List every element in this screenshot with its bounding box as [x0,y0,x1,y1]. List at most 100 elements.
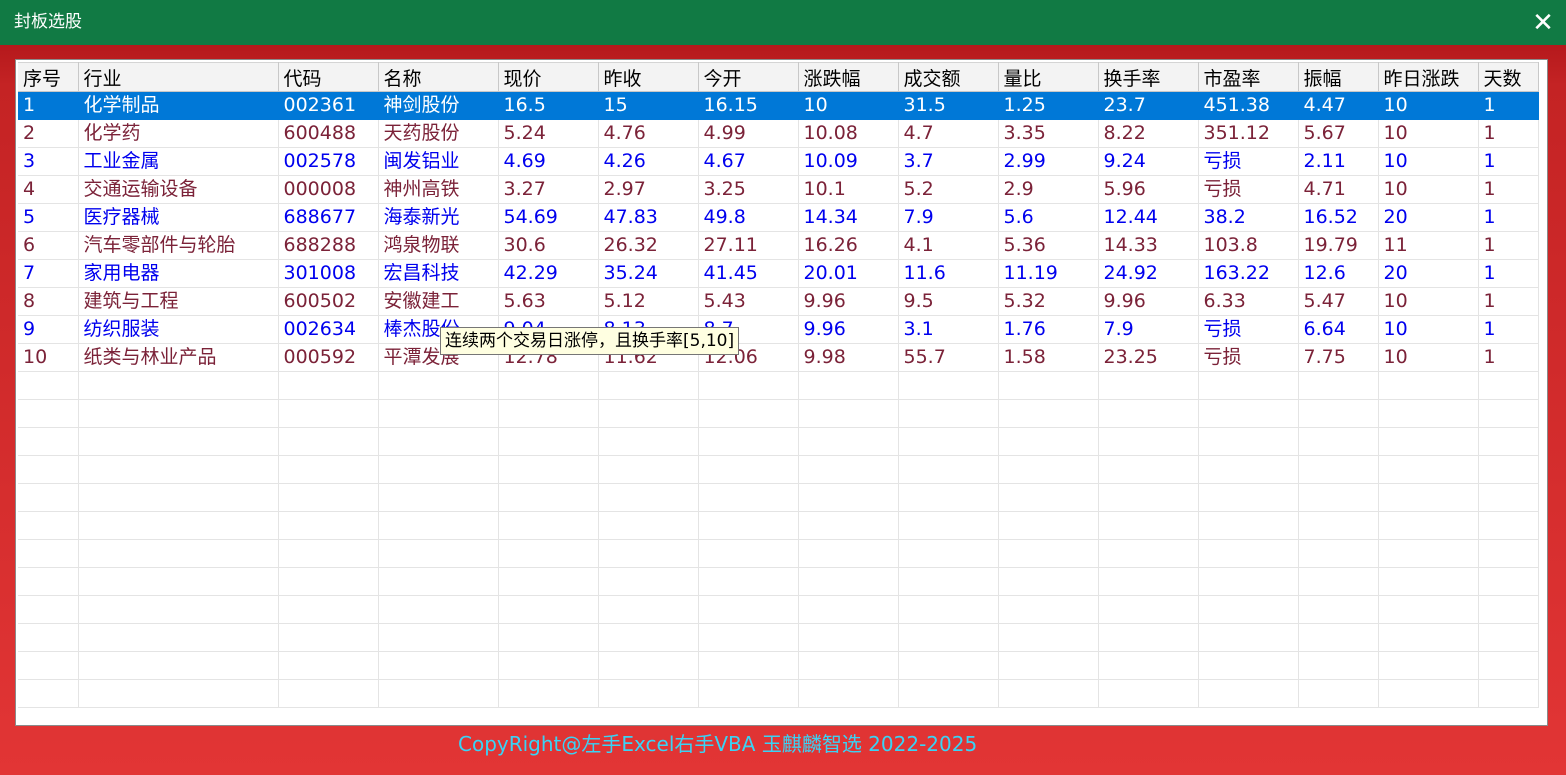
column-header[interactable]: 序号 [18,62,79,92]
table-cell [278,371,379,400]
table-cell: 15 [598,91,699,120]
stock-list[interactable]: 序号 行业 代码 名称 现价 昨收 今开 涨跌幅 成交额 量比 换手率 市盈率 振幅 昨日涨跌 天数 1 化学… [15,59,1548,726]
column-header[interactable]: 换手率 [1098,62,1199,92]
table-cell: 3.25 [698,175,799,204]
table-cell: 9.98 [798,343,899,372]
table-cell [498,679,599,708]
table-cell: 2.99 [998,147,1099,176]
table-cell [78,651,279,680]
table-cell: 4.26 [598,147,699,176]
table-cell [898,427,999,456]
table-cell [998,455,1099,484]
table-cell [1478,651,1539,680]
table-cell: 301008 [278,259,379,288]
column-header[interactable]: 天数 [1478,62,1539,92]
table-cell [1098,399,1199,428]
table-cell: 鸿泉物联 [378,231,499,260]
table-cell [598,483,699,512]
column-header[interactable]: 行业 [78,62,279,92]
table-row[interactable]: 2 化学药 600488 天药股份 5.24 4.76 4.99 10.08 4.7 3.35 8.… [18,119,1539,148]
table-cell [1098,483,1199,512]
table-cell: 23.25 [1098,343,1199,372]
table-row[interactable]: 5 医疗器械 688677 海泰新光 54.69 47.83 49.8 14.34 7.9 5.6… [18,203,1539,232]
table-cell [18,427,79,456]
table-cell [698,679,799,708]
table-cell [278,511,379,540]
table-cell: 2.9 [998,175,1099,204]
table-cell [1098,595,1199,624]
table-cell: 351.12 [1198,119,1299,148]
table-row[interactable]: 6 汽车零部件与轮胎 688288 鸿泉物联 30.6 26.32 27.11 16.26 4.… [18,231,1539,260]
table-cell: 10 [1378,287,1479,316]
table-cell: 10.08 [798,119,899,148]
table-cell: 化学药 [78,119,279,148]
table-cell: 8 [18,287,79,316]
column-header[interactable]: 量比 [998,62,1099,92]
table-cell: 3.1 [898,315,999,344]
table-cell [1378,483,1479,512]
table-cell [278,539,379,568]
column-header[interactable]: 代码 [278,62,379,92]
table-row[interactable]: 4 交通运输设备 000008 神州高铁 3.27 2.97 3.25 10.1 5.2 2.9 5… [18,175,1539,204]
table-cell: 汽车零部件与轮胎 [78,231,279,260]
table-cell: 2.11 [1298,147,1379,176]
column-header[interactable]: 振幅 [1298,62,1379,92]
table-cell [498,511,599,540]
table-cell [998,539,1099,568]
table-cell [1098,511,1199,540]
table-cell [1198,483,1299,512]
tooltip: 连续两个交易日涨停，且换手率[5,10] [440,327,740,355]
table-cell: 1 [1478,287,1539,316]
table-cell [698,623,799,652]
column-header[interactable]: 昨收 [598,62,699,92]
table-cell [1298,427,1379,456]
table-row[interactable]: 7 家用电器 301008 宏昌科技 42.29 35.24 41.45 20.01 11.6 1… [18,259,1539,288]
table-row [18,427,1539,456]
column-header[interactable]: 昨日涨跌 [1378,62,1479,92]
table-cell [798,567,899,596]
column-header[interactable]: 市盈率 [1198,62,1299,92]
close-icon[interactable]: ✕ [1520,0,1566,45]
table-cell: 600502 [278,287,379,316]
column-header[interactable]: 今开 [698,62,799,92]
table-cell [998,371,1099,400]
table-cell [18,651,79,680]
table-cell [898,371,999,400]
table-cell [378,539,499,568]
table-row[interactable]: 3 工业金属 002578 闽发铝业 4.69 4.26 4.67 10.09 3.7 2.99 9… [18,147,1539,176]
table-cell [1198,651,1299,680]
table-cell: 1 [1478,175,1539,204]
table-cell [698,595,799,624]
table-cell [798,539,899,568]
table-cell: 14.33 [1098,231,1199,260]
table-cell [1378,539,1479,568]
table-cell [1098,679,1199,708]
table-cell: 工业金属 [78,147,279,176]
table-row[interactable]: 10 纸类与林业产品 000592 平潭发展 12.78 11.62 12.06 9.98 55… [18,343,1539,372]
table-row[interactable]: 1 化学制品 002361 神剑股份 16.5 15 16.15 10 31.5 1.25 23.7… [18,91,1539,120]
table-row[interactable]: 8 建筑与工程 600502 安徽建工 5.63 5.12 5.43 9.96 9.5 5.32 9… [18,287,1539,316]
column-header[interactable]: 成交额 [898,62,999,92]
table-cell [18,511,79,540]
table-row[interactable]: 9纺织服装002634棒杰股份9.048.138.79.963.11.767.9… [18,315,1539,344]
table-cell [1478,371,1539,400]
column-header[interactable]: 现价 [498,62,599,92]
table-cell [998,427,1099,456]
column-header[interactable]: 名称 [378,62,499,92]
table-row [18,371,1539,400]
table-cell: 10 [798,91,899,120]
table-cell [1298,539,1379,568]
table-cell [1298,399,1379,428]
table-cell: 002634 [278,315,379,344]
table-cell [698,567,799,596]
table-cell: 163.22 [1198,259,1299,288]
table-cell [278,399,379,428]
column-header[interactable]: 涨跌幅 [798,62,899,92]
table-cell: 20.01 [798,259,899,288]
table-cell: 4.7 [898,119,999,148]
stock-table: 序号 行业 代码 名称 现价 昨收 今开 涨跌幅 成交额 量比 换手率 市盈率 振幅 昨日涨跌 天数 1 化学… [18,62,1539,708]
table-cell [278,483,379,512]
table-cell: 6.33 [1198,287,1299,316]
table-cell: 1 [18,91,79,120]
table-row [18,595,1539,624]
